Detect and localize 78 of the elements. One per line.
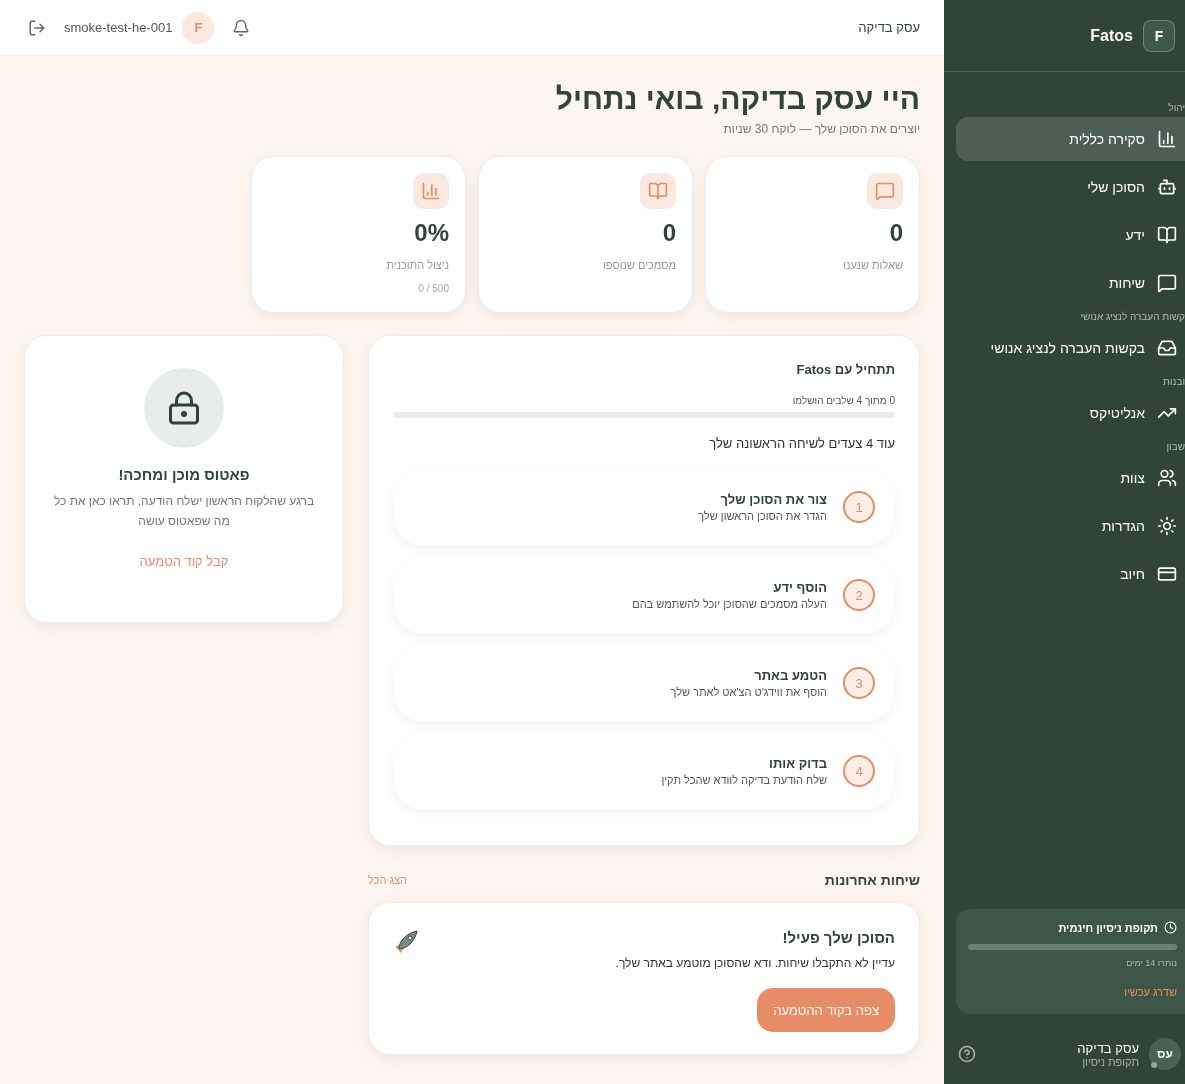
account-name: smoke-test-he-001 — [64, 20, 173, 35]
nav-item[interactable]: הגדרות — [956, 504, 1185, 548]
progress-text: 0 מתוך 4 שלבים הושלמו — [791, 395, 895, 406]
step-number: 3 — [843, 667, 875, 699]
empty-text: עדיין לא התקבלו שיחות. ודא שהסוכן מוטמע באתר שלך. — [615, 956, 895, 970]
page-subtitle: יוצרים את הסוכן שלך — לוקח 30 שניות — [722, 122, 920, 136]
book-icon — [1157, 225, 1177, 245]
bar-chart-icon — [421, 181, 441, 201]
trial-title: תקופת ניסיון חינמית — [1058, 921, 1158, 934]
logout-icon[interactable] — [28, 18, 46, 37]
locked-title: פאטוס מוכן ומחכה! — [118, 466, 250, 483]
step-description: הגדר את הסוכן הראשון שלך — [698, 510, 827, 522]
brand-logo: F — [1143, 19, 1175, 52]
rocket-icon — [393, 929, 419, 955]
help-icon[interactable] — [958, 1045, 976, 1063]
bar-chart-icon — [1157, 129, 1177, 149]
speech-bubble-icon — [875, 181, 895, 201]
nav-item-label: אנליטיקס — [1089, 405, 1145, 421]
notifications-icon[interactable] — [232, 18, 251, 37]
inbox-icon — [1157, 338, 1177, 358]
nav-item[interactable]: חיוב — [956, 552, 1185, 596]
business-name: עסק בדיקה — [858, 20, 920, 35]
brand-name: Fatos — [1090, 26, 1133, 45]
page-title: היי עסק בדיקה, בואי נתחיל — [554, 82, 920, 116]
step-number: 2 — [843, 579, 875, 611]
users-icon — [1157, 468, 1177, 488]
nav-item-label: צוות — [1120, 470, 1145, 486]
nav-item-label: שיחות — [1108, 275, 1145, 291]
nav-item-label: ידע — [1125, 227, 1145, 243]
steps-remaining: עוד 4 צעדים לשיחה הראשונה שלך — [708, 436, 895, 451]
locked-text: ברגע שהלקוח הראשון ישלח הודעה, תראו כאן את כל מה שפאטוס עושה — [53, 493, 315, 531]
user-avatar[interactable]: עס — [1149, 1038, 1181, 1070]
step-title: הטמע באתר — [753, 668, 827, 683]
clock-icon — [1164, 921, 1177, 934]
stat-note: 500 / 0 — [418, 283, 449, 294]
nav-item-label: הגדרות — [1101, 518, 1145, 534]
nav-item[interactable]: סקירה כללית — [956, 117, 1185, 161]
step-title: הוסף ידע — [772, 580, 827, 595]
status-dot — [1151, 1062, 1157, 1068]
nav-item[interactable]: שיחות — [956, 261, 1185, 305]
user-plan: תקופת ניסיון — [1081, 1055, 1139, 1068]
step-description: שלח הודעת בדיקה לוודא שהכל תקין — [661, 774, 827, 786]
step-number: 4 — [843, 755, 875, 787]
stat-label: מסמכים שנוספו — [603, 259, 676, 271]
lock-icon — [166, 390, 202, 426]
nav-item[interactable]: בקשות העברה לנציג אנושי — [956, 326, 1185, 370]
stat-value: 0 — [662, 219, 676, 247]
days-remaining: נותרו 14 ימים — [1125, 958, 1177, 968]
nav-item-label: סקירה כללית — [1069, 131, 1145, 147]
nav-item[interactable]: ידע — [956, 213, 1185, 257]
speech-bubble-icon — [1157, 273, 1177, 293]
book-icon — [648, 181, 668, 201]
credit-card-icon — [1157, 564, 1177, 584]
nav-item[interactable]: אנליטיקס — [956, 391, 1185, 435]
step-title: בדוק אותו — [768, 756, 827, 771]
stat-value: 0 — [889, 219, 903, 247]
stat-label: ניצול התוכנית — [386, 259, 449, 271]
step-number: 1 — [843, 491, 875, 523]
robot-icon — [1157, 177, 1177, 197]
settings-icon — [1157, 516, 1177, 536]
section-title: שיחות אחרונות — [824, 872, 920, 888]
nav-section-label: שבון — [1165, 441, 1185, 452]
nav-item-label: בקשות העברה לנציג אנושי — [990, 340, 1145, 356]
step-title: צור את הסוכן שלך — [719, 492, 827, 507]
empty-title: הסוכן שלך פעיל! — [781, 929, 895, 946]
nav-section-label: יהול — [1167, 102, 1185, 113]
stat-value: 0% — [414, 219, 449, 247]
step-description: העלה מסמכים שהסוכן יוכל להשתמש בהם — [632, 598, 827, 610]
onboarding-title: תתחיל עם Fatos — [795, 362, 895, 377]
nav-item[interactable]: צוות — [956, 456, 1185, 500]
nav-item-label: הסוכן שלי — [1087, 179, 1145, 195]
stat-label: שאלות שנענו — [843, 259, 903, 271]
step-description: הוסף את ווידג'ט הצ'אט לאתר שלך — [670, 686, 827, 698]
nav-section-label: ובנות — [1162, 376, 1185, 387]
nav-item[interactable]: הסוכן שלי — [956, 165, 1185, 209]
nav-section-label: קשות העברה לנציג אנושי — [1079, 311, 1185, 322]
nav-item-label: חיוב — [1120, 566, 1145, 582]
user-name: עסק בדיקה — [1077, 1040, 1139, 1056]
